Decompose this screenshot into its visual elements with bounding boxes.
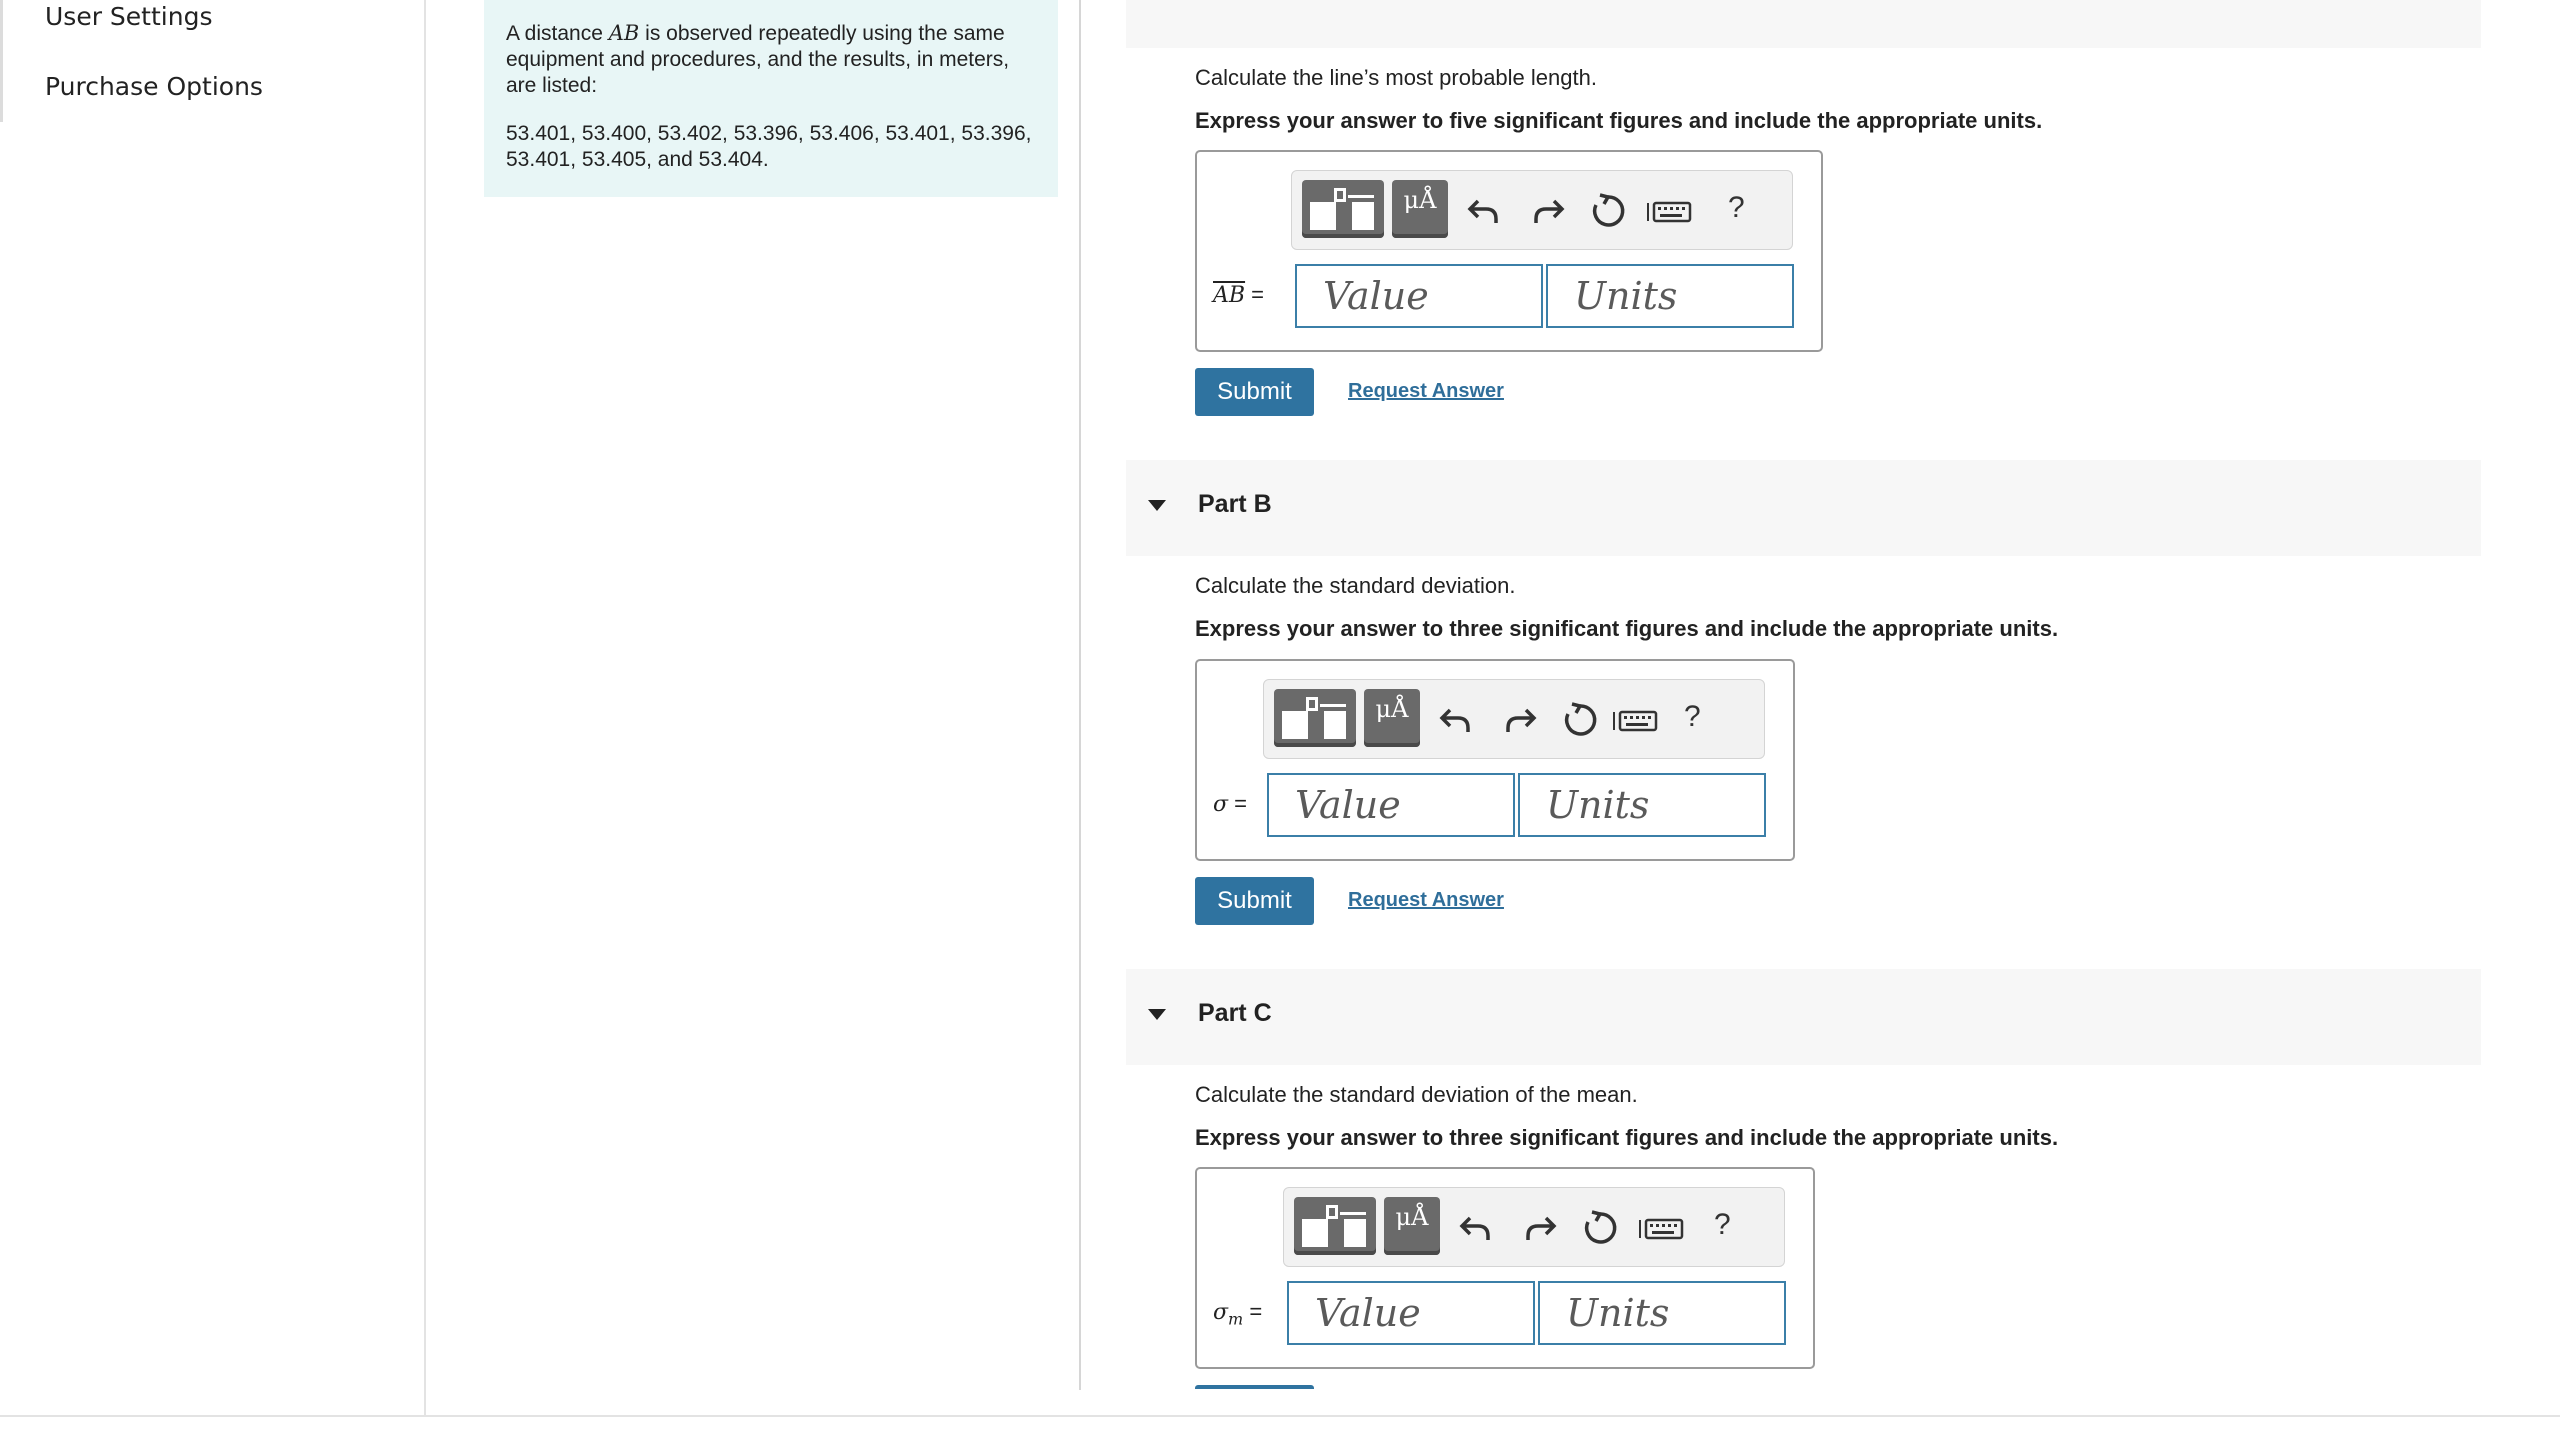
part-a-header: [1126, 0, 2481, 48]
part-b-units-input[interactable]: [1518, 773, 1766, 837]
part-b-toolbar: μÅ ?: [1263, 679, 1765, 759]
part-c-instruction: Express your answer to three significant…: [1195, 1125, 2059, 1150]
part-b-prompt: Calculate the standard deviation.: [1195, 573, 1516, 598]
intro-text-pre: A distance: [506, 22, 609, 45]
part-b-label-eq: =: [1228, 791, 1247, 816]
part-a-instruction: Express your answer to five significant …: [1195, 108, 2043, 133]
redo-icon[interactable]: [1500, 700, 1540, 740]
intro-variable: AB: [608, 21, 640, 45]
part-a-prompt: Calculate the line’s most probable lengt…: [1195, 65, 1597, 90]
help-icon[interactable]: ?: [1684, 700, 1701, 734]
sidebar-accent: [0, 0, 3, 122]
problem-intro: A distance AB is observed repeatedly usi…: [484, 0, 1058, 197]
column-divider: [1079, 0, 1081, 1390]
units-icon[interactable]: μÅ: [1392, 180, 1448, 238]
units-icon-label: μÅ: [1403, 186, 1437, 214]
undo-icon[interactable]: [1464, 191, 1504, 231]
part-b-answer-box: μÅ ? σ =: [1195, 659, 1795, 861]
part-a-units-input[interactable]: [1546, 264, 1794, 328]
sidebar-item-purchase-options[interactable]: Purchase Options: [45, 72, 263, 101]
part-c-value-input[interactable]: [1287, 1281, 1535, 1345]
part-b-instruction: Express your answer to three significant…: [1195, 616, 2059, 641]
help-icon[interactable]: ?: [1728, 191, 1745, 225]
part-a-request-answer-link[interactable]: Request Answer: [1348, 380, 1504, 403]
part-b-submit-button[interactable]: Submit: [1195, 877, 1314, 925]
part-c-toolbar: μÅ ?: [1283, 1187, 1785, 1267]
part-c-label-var: σ: [1213, 1300, 1229, 1325]
units-icon[interactable]: μÅ: [1364, 689, 1420, 747]
intro-values: 53.401, 53.400, 53.402, 53.396, 53.406, …: [506, 122, 1032, 171]
keyboard-icon[interactable]: [1612, 700, 1658, 740]
templates-icon[interactable]: [1302, 180, 1384, 238]
part-b-value-input[interactable]: [1267, 773, 1515, 837]
part-c-units-input[interactable]: [1538, 1281, 1786, 1345]
undo-icon[interactable]: [1436, 700, 1476, 740]
part-b-request-answer-link[interactable]: Request Answer: [1348, 889, 1504, 912]
intro-text: A distance AB is observed repeatedly usi…: [506, 20, 1036, 99]
help-icon[interactable]: ?: [1714, 1208, 1731, 1242]
part-c-label: σm =: [1213, 1299, 1262, 1328]
part-a-value-input[interactable]: [1295, 264, 1543, 328]
reset-icon[interactable]: [1588, 191, 1628, 231]
templates-icon[interactable]: [1294, 1197, 1376, 1255]
keyboard-icon[interactable]: [1646, 191, 1692, 231]
sidebar: User Settings Purchase Options: [0, 0, 426, 1416]
part-a-label-var: AB: [1213, 283, 1246, 308]
part-c-prompt: Calculate the standard deviation of the …: [1195, 1082, 1638, 1107]
reset-icon[interactable]: [1560, 700, 1600, 740]
part-b-label-var: σ: [1213, 792, 1229, 817]
part-a-submit-button[interactable]: Submit: [1195, 368, 1314, 416]
redo-icon[interactable]: [1528, 191, 1568, 231]
chevron-down-icon[interactable]: [1148, 500, 1166, 511]
part-b-label: σ =: [1213, 791, 1247, 817]
chevron-down-icon[interactable]: [1148, 1009, 1166, 1020]
part-b-header[interactable]: Part B: [1126, 460, 2481, 556]
part-a-toolbar: μÅ ?: [1291, 170, 1793, 250]
part-a-answer-box: μÅ ? AB =: [1195, 150, 1823, 352]
sidebar-item-user-settings[interactable]: User Settings: [45, 2, 212, 31]
part-c-header[interactable]: Part C: [1126, 969, 2481, 1065]
undo-icon[interactable]: [1456, 1208, 1496, 1248]
part-a-label-eq: =: [1245, 282, 1265, 307]
part-c-title[interactable]: Part C: [1198, 999, 1272, 1028]
part-a-label: AB =: [1213, 282, 1264, 308]
redo-icon[interactable]: [1520, 1208, 1560, 1248]
units-icon-label: μÅ: [1395, 1203, 1429, 1231]
part-c-label-eq: =: [1243, 1299, 1263, 1324]
keyboard-icon[interactable]: [1638, 1208, 1684, 1248]
part-c-submit-button[interactable]: [1195, 1385, 1314, 1389]
templates-icon[interactable]: [1274, 689, 1356, 747]
page-bottom-divider: [0, 1415, 2560, 1417]
part-c-answer-box: μÅ ? σm =: [1195, 1167, 1815, 1369]
units-icon-label: μÅ: [1375, 695, 1409, 723]
part-b-title[interactable]: Part B: [1198, 490, 1272, 519]
units-icon[interactable]: μÅ: [1384, 1197, 1440, 1255]
reset-icon[interactable]: [1580, 1208, 1620, 1248]
part-c-label-sub: m: [1228, 1309, 1244, 1329]
